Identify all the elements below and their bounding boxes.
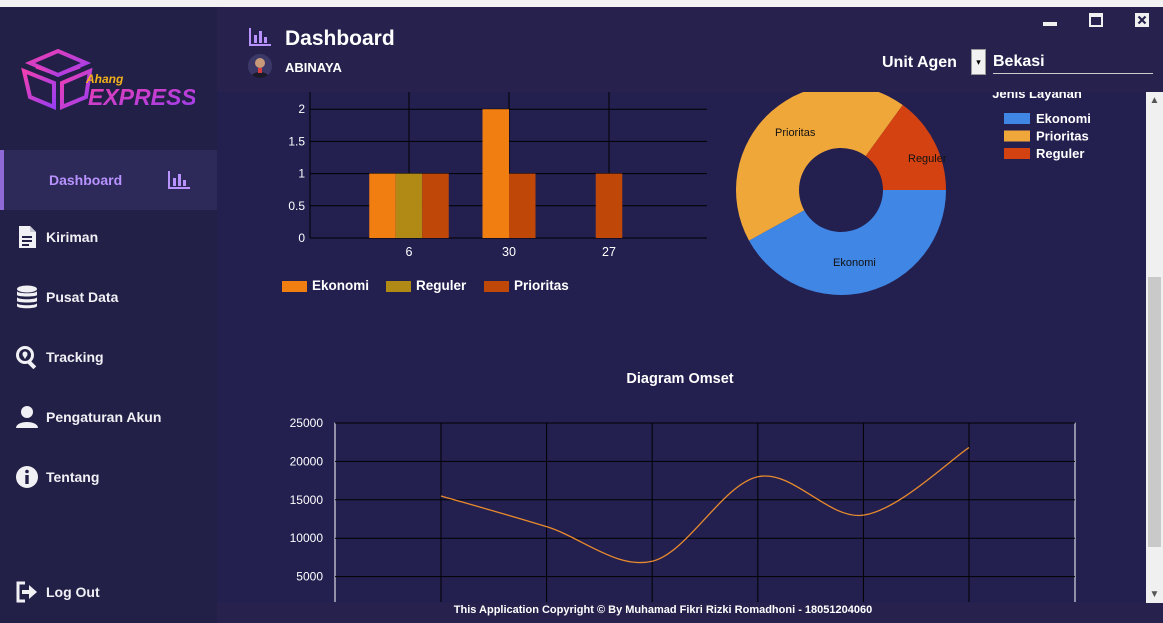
maximize-icon — [1089, 13, 1103, 27]
copyright-text: This Application Copyright © By Muhamad … — [453, 604, 873, 616]
line-chart-title: Diagram Omset — [626, 371, 733, 387]
sidebar-item-tentang[interactable]: Tentang — [0, 448, 217, 506]
scrollbar-thumb[interactable] — [1148, 277, 1161, 547]
line-chart-frame — [334, 422, 1076, 602]
bar-y-tick-label: 2 — [298, 102, 305, 116]
logout-label: Log Out — [46, 584, 100, 600]
sidebar-item-tracking[interactable]: Tracking — [0, 328, 217, 386]
vertical-scrollbar[interactable]: ▲ ▼ — [1146, 92, 1163, 603]
bar-legend-label: Prioritas — [514, 278, 569, 293]
bar-x-tick-label: 6 — [406, 245, 413, 259]
avatar — [248, 54, 272, 78]
minimize-icon — [1043, 22, 1057, 26]
user-name: ABINAYA — [285, 60, 342, 75]
info-icon — [15, 465, 39, 489]
brand-logo: Ahang EXPRESS — [20, 45, 197, 117]
sidebar: Ahang EXPRESS Dashboard Kiriman Pusat Da… — [0, 7, 221, 623]
bar-y-tick-label: 0 — [298, 231, 305, 245]
bar-ekonomi-6 — [369, 173, 396, 238]
footer: This Application Copyright © By Muhamad … — [217, 603, 1163, 623]
chevron-down-icon: ▾ — [976, 56, 981, 67]
sidebar-item-dashboard[interactable]: Dashboard — [0, 150, 221, 210]
pie-legend-label: Ekonomi — [1036, 111, 1091, 126]
line-y-tick-label: 25000 — [290, 416, 324, 430]
bar-legend-swatch — [386, 281, 411, 292]
sidebar-item-label: Tentang — [46, 469, 100, 485]
bar-chart-icon — [248, 27, 272, 47]
pie-chart: Ekonomi Prioritas Reguler Jenis Layanan Ek… — [736, 92, 1091, 296]
bar-chart-icon — [167, 168, 191, 192]
pie-legend-swatch — [1004, 130, 1030, 142]
maximize-button[interactable] — [1089, 13, 1103, 27]
close-button[interactable] — [1135, 13, 1149, 27]
sidebar-item-label: Dashboard — [49, 172, 123, 188]
logout-button[interactable]: Log Out — [0, 563, 217, 621]
line-y-tick-label: 10000 — [290, 531, 324, 545]
bar-reguler-6 — [395, 173, 423, 238]
scroll-down-icon[interactable]: ▼ — [1146, 586, 1163, 603]
sidebar-item-kiriman[interactable]: Kiriman — [0, 208, 217, 266]
sidebar-item-pengaturan-akun[interactable]: Pengaturan Akun — [0, 388, 217, 446]
unit-agen-select[interactable]: Bekasi — [993, 53, 1153, 74]
sidebar-item-pusat-data[interactable]: Pusat Data — [0, 268, 217, 326]
scroll-up-icon[interactable]: ▲ — [1146, 92, 1163, 109]
pie-slice-label: Ekonomi — [833, 257, 876, 269]
document-icon — [15, 225, 39, 249]
unit-agen-dropdown-button[interactable]: ▾ — [971, 49, 986, 75]
omset-series-line — [440, 447, 970, 564]
sidebar-item-label: Pengaturan Akun — [46, 409, 162, 425]
bar-x-tick-label: 30 — [502, 245, 516, 259]
bar-legend-label: Reguler — [416, 278, 467, 293]
pie-legend-label: Prioritas — [1036, 129, 1089, 144]
sidebar-item-label: Kiriman — [46, 229, 99, 245]
bar-prioritas-27 — [595, 173, 623, 238]
window-top-strip — [0, 0, 1163, 7]
page-title: Dashboard — [285, 27, 395, 50]
bar-prioritas-30 — [509, 173, 536, 238]
bar-ekonomi-30 — [482, 109, 509, 238]
pie-slice-label: Reguler — [908, 153, 947, 165]
database-icon — [15, 285, 39, 309]
bar-legend-swatch — [484, 281, 509, 292]
sidebar-item-label: Pusat Data — [46, 289, 119, 305]
brand-large-text: EXPRESS — [88, 84, 195, 110]
pie-legend-label: Reguler — [1036, 146, 1084, 161]
line-y-tick-label: 20000 — [290, 454, 324, 468]
user-icon — [15, 405, 39, 429]
bar-x-tick-label: 27 — [602, 245, 616, 259]
bar-y-tick-label: 0.5 — [288, 199, 305, 213]
bar-chart: 0 0.5 1 1.5 2 6 30 27 Ekonomi Reguler Prioritas — [282, 92, 707, 293]
bar-prioritas-6 — [422, 173, 449, 238]
bar-y-tick-label: 1.5 — [288, 134, 305, 148]
line-y-tick-label: 5000 — [296, 570, 323, 584]
line-chart: Diagram Omset 5000 10000 15000 20000 25000 — [290, 371, 1076, 602]
minimize-button[interactable] — [1043, 13, 1057, 27]
dashboard-content: 0 0.5 1 1.5 2 6 30 27 Ekonomi Reguler Prioritas E… — [217, 92, 1146, 603]
pie-chart-title: Jenis Layanan — [992, 92, 1082, 101]
bar-legend-swatch — [282, 281, 307, 292]
bar-legend-label: Ekonomi — [312, 278, 369, 293]
unit-agen-label: Unit Agen — [882, 54, 957, 71]
pie-slice-label: Prioritas — [775, 127, 816, 139]
pie-legend-swatch — [1004, 148, 1030, 159]
bar-y-tick-label: 1 — [298, 167, 305, 181]
close-icon — [1135, 13, 1149, 27]
header: Dashboard ABINAYA Unit Agen ▾ Bekasi — [217, 7, 1163, 92]
line-y-tick-label: 15000 — [290, 493, 324, 507]
application-window: Ahang EXPRESS Dashboard Kiriman Pusat Da… — [0, 0, 1163, 623]
sidebar-item-label: Tracking — [46, 349, 104, 365]
pie-legend-swatch — [1004, 113, 1030, 124]
search-location-icon — [15, 345, 39, 369]
logout-icon — [15, 580, 39, 604]
